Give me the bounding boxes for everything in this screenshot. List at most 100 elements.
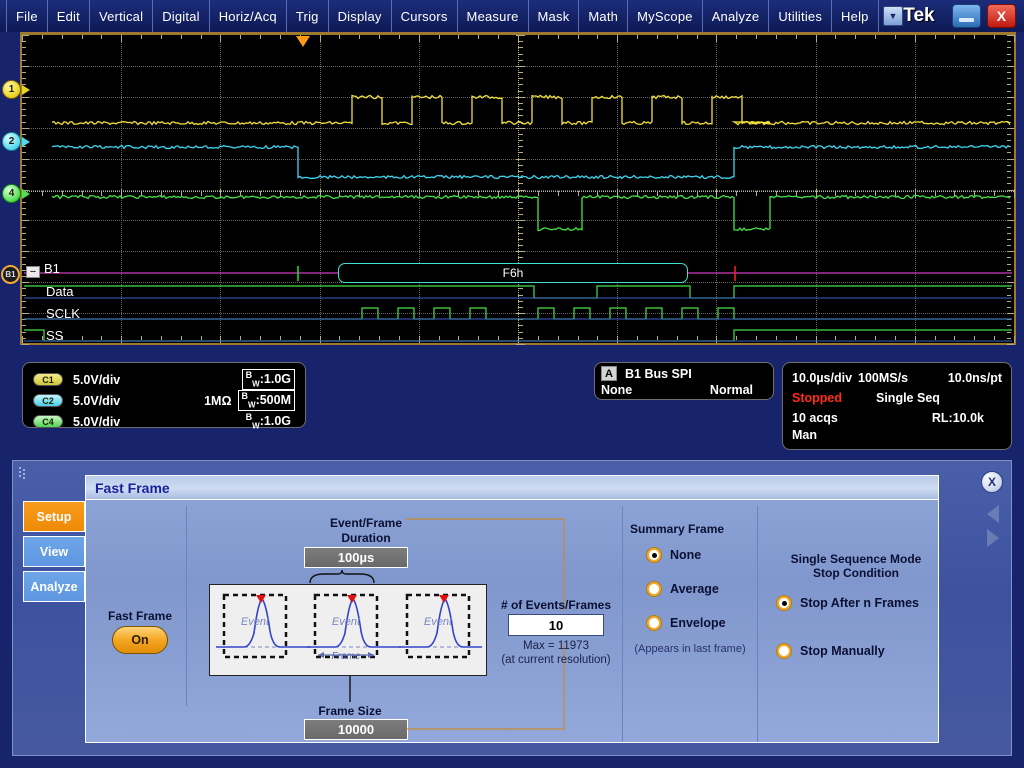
acquisition-readout-panel[interactable]: 10.0µs/div 100MS/s 10.0ns/pt Stopped Sin… (782, 362, 1012, 450)
menu-item-edit[interactable]: Edit (48, 0, 90, 32)
trigger-source-row: A B1 Bus SPI (601, 366, 767, 381)
separator-left (186, 506, 187, 706)
menu-item-measure[interactable]: Measure (458, 0, 529, 32)
nav-previous-icon[interactable] (987, 505, 999, 523)
single-seq-title-line1: Single Sequence Mode (772, 552, 940, 566)
bus-packet-f6h[interactable]: F6h (338, 263, 688, 283)
vertical-scale-c2: 5.0V/div (73, 394, 120, 408)
acq-record-length: RL:10.0k (932, 411, 984, 425)
vertical-readout-panel[interactable]: C1 5.0V/div BW:1.0G C2 5.0V/div 1MΩ BW:5… (22, 362, 306, 428)
chevron-down-icon[interactable]: ▼ (883, 6, 904, 26)
menu-item-trig[interactable]: Trig (287, 0, 329, 32)
summary-option-envelope[interactable]: Envelope (646, 615, 726, 631)
radio-none-icon (646, 547, 662, 563)
waveform-graticule[interactable]: F6h − B1 Data SCLK SS (20, 32, 1016, 345)
events-frames-field[interactable]: 10 (508, 614, 604, 636)
channel-badge-b1-circle: B1 (1, 265, 20, 284)
bw-subscript-c1: W (252, 380, 260, 389)
summary-option-average[interactable]: Average (646, 581, 719, 597)
channel-badge-1-circle: 1 (2, 80, 21, 99)
channel-badge-2-label: 2 (9, 136, 15, 147)
event-frame-duration-field[interactable]: 100µs (304, 547, 408, 568)
vertical-readout-row-c1[interactable]: C1 5.0V/div BW:1.0G (33, 369, 295, 390)
minimize-button[interactable] (952, 4, 981, 28)
acq-timebase-row: 10.0µs/div 100MS/s 10.0ns/pt (792, 368, 1002, 388)
channel-badge-1[interactable]: 1 (2, 80, 30, 99)
separator-right (757, 506, 758, 742)
acq-state: Stopped (792, 391, 842, 405)
bus-label-b1[interactable]: B1 (44, 261, 60, 276)
fast-frame-dialog-container: X Setup View Analyze Fast Frame Fast Fra… (12, 460, 1012, 756)
channel-badge-b1-label: B1 (5, 270, 15, 279)
menu-item-horiz-acq[interactable]: Horiz/Acq (210, 0, 287, 32)
bandwidth-c1[interactable]: BW:1.0G (242, 369, 295, 390)
svg-text:Event: Event (241, 616, 270, 628)
acq-mode: Single Seq (876, 391, 940, 405)
stop-manually-label: Stop Manually (800, 644, 885, 658)
menu-item-analyze[interactable]: Analyze (703, 0, 770, 32)
menu-item-myscope[interactable]: MyScope (628, 0, 703, 32)
dialog-side-tabs: Setup View Analyze (23, 501, 85, 606)
duration-brace-icon (308, 570, 378, 584)
menu-item-file[interactable]: File (6, 0, 48, 32)
tab-view[interactable]: View (23, 536, 85, 567)
bw-value-c4: :1.0G (260, 414, 291, 428)
trigger-a-badge[interactable]: A (601, 366, 617, 381)
menu-item-mask[interactable]: Mask (529, 0, 580, 32)
bus-collapse-toggle[interactable]: − (26, 266, 40, 278)
tab-setup[interactable]: Setup (23, 501, 85, 532)
channel-badge-4[interactable]: 4 (2, 184, 30, 203)
channel-pill-c2: C2 (33, 394, 63, 407)
channel-badge-2-circle: 2 (2, 132, 21, 151)
channel-pill-c1: C1 (33, 373, 63, 386)
menu-item-digital[interactable]: Digital (153, 0, 210, 32)
channel-badge-1-label: 1 (9, 84, 15, 95)
digital-label-data[interactable]: Data (46, 284, 73, 299)
dialog-close-button[interactable]: X (981, 471, 1003, 493)
menu-item-display[interactable]: Display (329, 0, 392, 32)
events-max-note: (at current resolution) (484, 654, 628, 666)
menu-item-vertical[interactable]: Vertical (90, 0, 153, 32)
bw-prefix-c2: B (242, 391, 249, 401)
menu-item-cursors[interactable]: Cursors (392, 0, 458, 32)
bw-value-c1: :1.0G (260, 372, 291, 386)
menu-item-utilities[interactable]: Utilities (769, 0, 832, 32)
close-window-button[interactable]: X (987, 4, 1016, 28)
frame-size-label: Frame Size (286, 704, 414, 718)
bandwidth-c2[interactable]: BW:500M (238, 390, 296, 411)
summary-option-none[interactable]: None (646, 547, 701, 563)
menu-item-math[interactable]: Math (579, 0, 628, 32)
tab-analyze[interactable]: Analyze (23, 571, 85, 602)
trigger-readout-panel[interactable]: A B1 Bus SPI None Normal (594, 362, 774, 400)
radio-average-icon (646, 581, 662, 597)
events-frames-label: # of Events/Frames (490, 598, 622, 612)
radio-stop-after-n-frames-icon (776, 595, 792, 611)
fast-frame-toggle[interactable]: On (112, 626, 168, 654)
menu-bar: File Edit Vertical Digital Horiz/Acq Tri… (0, 0, 1024, 32)
dialog-body: Fast Frame On Event/Frame Duration 100µs (86, 500, 938, 743)
impedance-c2[interactable]: 1MΩ (204, 394, 231, 408)
stop-after-n-frames-option[interactable]: Stop After n Frames (776, 595, 919, 611)
radio-stop-manually-icon (776, 643, 792, 659)
frame-size-field[interactable]: 10000 (304, 719, 408, 740)
acq-resolution: 10.0ns/pt (948, 371, 1002, 385)
bandwidth-c4[interactable]: BW:1.0G (246, 412, 291, 431)
dialog-grip-icon[interactable] (19, 467, 29, 483)
vertical-readout-row-c4[interactable]: C4 5.0V/div BW:1.0G (33, 411, 295, 432)
digital-label-ss[interactable]: SS (46, 328, 63, 343)
bw-subscript-c4: W (252, 422, 260, 431)
menu-item-help[interactable]: Help (832, 0, 879, 32)
nav-next-icon[interactable] (987, 529, 999, 547)
vertical-readout-row-c2[interactable]: C2 5.0V/div 1MΩ BW:500M (33, 390, 295, 411)
stop-manually-option[interactable]: Stop Manually (776, 643, 885, 659)
oscilloscope-app: File Edit Vertical Digital Horiz/Acq Tri… (0, 0, 1024, 768)
channel-badge-b1[interactable]: B1 (1, 265, 20, 284)
stop-after-n-frames-label: Stop After n Frames (800, 596, 919, 610)
trigger-title: B1 Bus SPI (625, 367, 692, 381)
channel-4-arrow-icon (22, 189, 30, 199)
vertical-scale-c4: 5.0V/div (73, 415, 120, 429)
bw-subscript-c2: W (248, 401, 256, 410)
summary-option-average-label: Average (670, 582, 719, 596)
channel-badge-2[interactable]: 2 (2, 132, 30, 151)
digital-label-sclk[interactable]: SCLK (46, 306, 80, 321)
